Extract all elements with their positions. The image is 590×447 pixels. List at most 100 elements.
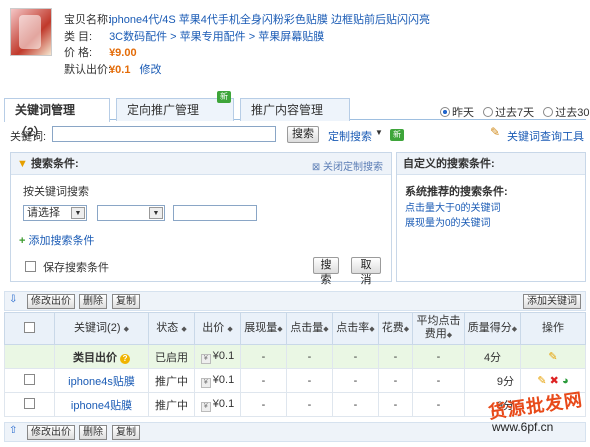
cell-ctr: - — [332, 344, 379, 369]
cell-status: 已启用 — [148, 344, 195, 369]
keyword-link[interactable]: iphone4贴膜 — [71, 400, 132, 412]
cell-clicks: - — [286, 368, 333, 393]
cell-impressions: - — [240, 392, 287, 417]
date-option-30days[interactable]: 过去30天 — [543, 107, 590, 119]
custom-search-link[interactable]: 定制搜索 — [328, 128, 372, 144]
product-price-label: 价 格: — [64, 47, 93, 59]
sort-icon: ◆ — [511, 325, 518, 333]
col-clicks[interactable]: 点击量◆ — [286, 312, 333, 345]
col-cost[interactable]: 花费◆ — [378, 312, 413, 345]
new-badge: 新 — [217, 91, 231, 103]
sort-icon: ◆ — [369, 325, 375, 333]
col-status[interactable]: 状态 ◆ — [148, 312, 195, 345]
date-option-yesterday[interactable]: 昨天 — [440, 107, 474, 119]
custom-conditions-panel: 自定义的搜索条件: 系统推荐的搜索条件: 点击量大于0的关键词 展现量为0的关键… — [396, 152, 586, 282]
sort-icon: ◆ — [323, 325, 329, 333]
delete-button[interactable]: 删除 — [79, 294, 107, 309]
condition-value-input[interactable] — [173, 205, 257, 221]
cell-bid[interactable]: ¥ ¥0.1 — [194, 344, 241, 369]
bulk-arrow-icon: ⇧ — [9, 425, 18, 436]
save-condition-label: 保存搜索条件 — [43, 262, 110, 274]
row-checkbox-cell — [4, 368, 55, 393]
date-option-7days[interactable]: 过去7天 — [483, 107, 534, 119]
keyword-search-input[interactable] — [52, 126, 276, 142]
product-price-row: 价 格: ¥9.00 — [64, 44, 137, 60]
edit-pen-icon[interactable]: ✎ — [537, 375, 546, 387]
cell-clicks: - — [286, 392, 333, 417]
edit-pen-icon[interactable]: ✎ — [548, 351, 557, 363]
cell-cost: - — [378, 392, 413, 417]
edit-bid-button[interactable]: 修改出价 — [27, 294, 75, 309]
wrench-icon: ✎ — [490, 125, 501, 139]
col-impressions[interactable]: 展现量◆ — [240, 312, 287, 345]
cell-avg-cpc: - — [412, 392, 465, 417]
tab-keyword-management[interactable]: 关键词管理（2） — [4, 98, 110, 139]
close-custom-search-link[interactable]: ⊠ 关闭定制搜索 — [312, 158, 383, 173]
search-conditions-title: 搜索条件: — [30, 158, 79, 170]
filter-cancel-button[interactable]: 取消 — [351, 257, 381, 286]
col-ctr[interactable]: 点击率◆ — [332, 312, 379, 345]
product-thumbnail[interactable] — [10, 8, 52, 56]
row-checkbox[interactable] — [24, 374, 35, 385]
save-condition-row: 保存搜索条件 — [25, 259, 109, 275]
cell-bid[interactable]: ¥ ¥0.1 — [194, 392, 241, 417]
edit-default-bid-link[interactable]: 修改 — [140, 64, 162, 76]
chevron-down-icon: ▼ — [149, 207, 163, 219]
new-badge: 新 — [390, 129, 404, 141]
col-bid[interactable]: 出价 ◆ — [194, 312, 241, 345]
cell-impressions: - — [240, 344, 287, 369]
row-checkbox-cell — [4, 392, 55, 417]
cell-status: 推广中 — [148, 368, 195, 393]
delete-icon[interactable]: ✖ — [550, 375, 559, 387]
cell-avg-cpc: - — [412, 344, 465, 369]
keyword-query-tool-link[interactable]: 关键词查询工具 — [507, 128, 584, 144]
table-header-row: 关键词(2) ◆ 状态 ◆ 出价 ◆ 展现量◆ 点击量◆ 点击率◆ 花费◆ 平均… — [4, 312, 586, 345]
rec-clicks-gt0-link[interactable]: 点击量大于0的关键词 — [405, 199, 501, 214]
save-condition-checkbox[interactable] — [25, 261, 36, 272]
condition-field-select[interactable]: 请选择 ▼ — [23, 205, 87, 221]
help-icon[interactable]: ? — [120, 353, 131, 364]
rec-impressions-zero-link[interactable]: 展现量为0的关键词 — [405, 214, 491, 229]
col-quality[interactable]: 质量得分◆ — [464, 312, 521, 345]
custom-conditions-title: 自定义的搜索条件: — [397, 153, 585, 175]
product-name-link[interactable]: iphone4代/4S 苹果4代手机全身闪粉彩色贴膜 边框贴前后贴闪闪亮 — [109, 14, 430, 26]
category-bid-label: 类目出价 ? — [54, 344, 149, 369]
radio-icon — [440, 107, 450, 117]
edit-bid-button[interactable]: 修改出价 — [27, 425, 75, 440]
sort-icon: ◆ — [181, 325, 187, 333]
cell-bid[interactable]: ¥ ¥0.1 — [194, 368, 241, 393]
filter-search-button[interactable]: 搜索 — [313, 257, 339, 286]
plus-icon: + — [19, 235, 26, 247]
col-avg-cpc[interactable]: 平均点击费用◆ — [412, 312, 465, 345]
add-keyword-button[interactable]: 添加关键词 — [523, 294, 581, 309]
recommended-conditions-title: 系统推荐的搜索条件: — [405, 186, 508, 198]
cell-quality: 9分 — [464, 368, 521, 393]
date-range-selector: 昨天 过去7天 过去30天 — [440, 104, 590, 120]
select-all-checkbox[interactable] — [24, 321, 35, 333]
radio-icon — [483, 107, 494, 117]
condition-operator-select[interactable]: ▼ — [97, 205, 165, 221]
report-chart-icon[interactable]: ◕ — [562, 375, 569, 387]
product-category-link[interactable]: 3C数码配件 > 苹果专用配件 > 苹果屏幕贴膜 — [109, 31, 324, 43]
add-condition-link[interactable]: + 添加搜索条件 — [19, 232, 95, 248]
cell-actions: ✎ — [520, 344, 586, 369]
cell-avg-cpc: - — [412, 368, 465, 393]
row-checkbox[interactable] — [24, 398, 35, 409]
keyword-link[interactable]: iphone4s贴膜 — [68, 376, 135, 388]
copy-button[interactable]: 复制 — [112, 425, 140, 440]
category-bid-row: 类目出价 ? 已启用 ¥ ¥0.1 - - - - - 4分 ✎ — [4, 344, 586, 369]
cell-impressions: - — [240, 368, 287, 393]
sort-icon: ◆ — [227, 325, 233, 333]
col-keyword[interactable]: 关键词(2) ◆ — [54, 312, 149, 345]
search-label: 关键词: — [10, 131, 47, 143]
tab-content-management[interactable]: 推广内容管理（2） — [240, 98, 350, 139]
bid-edit-icon: ¥ — [200, 401, 211, 412]
copy-button[interactable]: 复制 — [112, 294, 140, 309]
dropdown-arrow-icon[interactable]: ▼ — [375, 128, 383, 137]
product-name-row: 宝贝名称: iphone4代/4S 苹果4代手机全身闪粉彩色贴膜 边框贴前后贴闪… — [64, 11, 430, 27]
cell-keyword: iphone4贴膜 — [54, 392, 149, 417]
table-row: iphone4s贴膜 推广中 ¥ ¥0.1 - - - - - 9分 ✎ ✖ ◕ — [4, 368, 586, 393]
cell-cost: - — [378, 344, 413, 369]
delete-button[interactable]: 删除 — [79, 425, 107, 440]
search-button[interactable]: 搜索 — [287, 126, 319, 143]
